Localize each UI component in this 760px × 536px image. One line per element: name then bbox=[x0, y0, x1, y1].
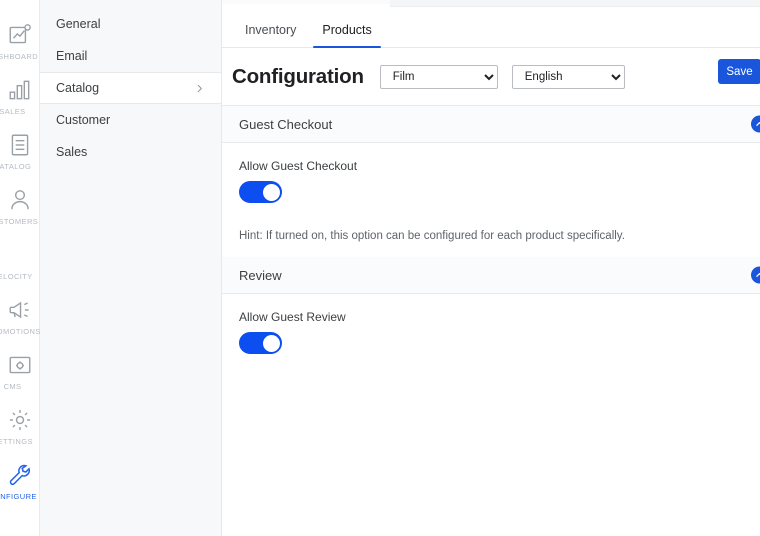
toggle-allow-guest-review[interactable] bbox=[239, 332, 282, 354]
top-header-strip bbox=[390, 0, 760, 7]
primary-icon-rail: DASHBOARD SALES CATALOG bbox=[0, 0, 40, 536]
subnav-item-email[interactable]: Email bbox=[40, 40, 221, 72]
chevron-right-icon bbox=[194, 83, 205, 94]
rail-label: CONFIGURE bbox=[0, 492, 37, 501]
language-select[interactable]: English bbox=[511, 64, 625, 89]
collapse-toggle-review[interactable] bbox=[751, 266, 760, 284]
rail-item-catalog[interactable]: CATALOG bbox=[0, 126, 40, 181]
page-title: Configuration bbox=[232, 64, 364, 88]
rail-item-configure[interactable]: CONFIGURE bbox=[0, 456, 40, 511]
collapse-toggle-guest-checkout[interactable] bbox=[751, 115, 760, 133]
bar-chart-icon bbox=[7, 77, 33, 103]
section-body: Allow Guest Review bbox=[222, 294, 760, 359]
chevron-up-icon bbox=[755, 271, 760, 280]
section-review: Review Allow Guest Review bbox=[222, 257, 760, 359]
rail-label: CMS bbox=[3, 382, 22, 391]
subnav-item-catalog[interactable]: Catalog bbox=[40, 72, 221, 104]
subnav-item-label: Customer bbox=[56, 113, 111, 127]
rail-label: VELOCITY bbox=[0, 272, 33, 281]
tab-label: Inventory bbox=[245, 22, 297, 37]
toggle-knob bbox=[262, 334, 280, 352]
section-title: Guest Checkout bbox=[239, 116, 333, 132]
section-title: Review bbox=[239, 267, 282, 283]
subnav-item-general[interactable]: General bbox=[40, 8, 221, 40]
rail-label: CATALOG bbox=[0, 162, 32, 171]
gear-icon bbox=[7, 407, 33, 433]
section-guest-checkout: Guest Checkout Allow Guest Checkout Hint… bbox=[222, 106, 760, 257]
content-tabs: Inventory Products bbox=[222, 7, 760, 48]
rail-item-sales[interactable]: SALES bbox=[0, 71, 40, 126]
tab-inventory[interactable]: Inventory bbox=[232, 22, 309, 48]
subnav-item-customer[interactable]: Customer bbox=[40, 104, 221, 136]
field-label-allow-guest-checkout: Allow Guest Checkout bbox=[239, 159, 358, 173]
section-header: Guest Checkout bbox=[222, 106, 760, 143]
rail-label: SALES bbox=[0, 107, 26, 116]
wrench-icon bbox=[7, 462, 33, 488]
tab-products[interactable]: Products bbox=[309, 22, 384, 48]
field-label-allow-guest-review: Allow Guest Review bbox=[239, 310, 346, 324]
rail-item-velocity[interactable]: VELOCITY bbox=[0, 236, 40, 291]
rail-label: DASHBOARD bbox=[0, 52, 39, 61]
main-content: Inventory Products Configuration Film En… bbox=[222, 7, 760, 536]
subnav-item-label: Catalog bbox=[56, 81, 100, 95]
user-icon bbox=[7, 187, 33, 213]
rail-label: CUSTOMERS bbox=[0, 217, 39, 226]
megaphone-icon bbox=[7, 297, 33, 323]
top-strip-left bbox=[222, 0, 390, 4]
rail-item-settings[interactable]: SETTINGS bbox=[0, 401, 40, 456]
rail-item-promotions[interactable]: PROMOTIONS bbox=[0, 291, 40, 346]
subnav-item-label: Sales bbox=[56, 145, 88, 159]
image-gear-icon bbox=[7, 352, 33, 378]
section-header: Review bbox=[222, 257, 760, 294]
document-list-icon bbox=[7, 132, 33, 158]
settings-subnav: General Email Catalog Customer Sales bbox=[40, 0, 222, 536]
subnav-item-label: General bbox=[56, 17, 101, 31]
section-body: Allow Guest Checkout Hint: If turned on,… bbox=[222, 143, 760, 242]
dashboard-chart-icon bbox=[7, 22, 33, 48]
rail-item-dashboard[interactable]: DASHBOARD bbox=[0, 16, 40, 71]
page-header: Configuration Film English Save bbox=[222, 48, 760, 106]
rail-item-cms[interactable]: CMS bbox=[0, 346, 40, 401]
app-root: DASHBOARD SALES CATALOG bbox=[0, 0, 760, 536]
rail-label: SETTINGS bbox=[0, 437, 33, 446]
scope-select[interactable]: Film bbox=[379, 64, 498, 89]
subnav-item-label: Email bbox=[56, 49, 88, 63]
hint-guest-checkout: Hint: If turned on, this option can be c… bbox=[239, 230, 625, 242]
chevron-up-icon bbox=[755, 120, 760, 129]
rail-label: PROMOTIONS bbox=[0, 327, 40, 336]
save-button[interactable]: Save bbox=[718, 59, 760, 84]
toggle-knob bbox=[262, 183, 280, 201]
subnav-item-sales[interactable]: Sales bbox=[40, 136, 221, 168]
rail-item-customers[interactable]: CUSTOMERS bbox=[0, 181, 40, 236]
toggle-allow-guest-checkout[interactable] bbox=[239, 181, 282, 203]
tab-label: Products bbox=[322, 22, 372, 37]
